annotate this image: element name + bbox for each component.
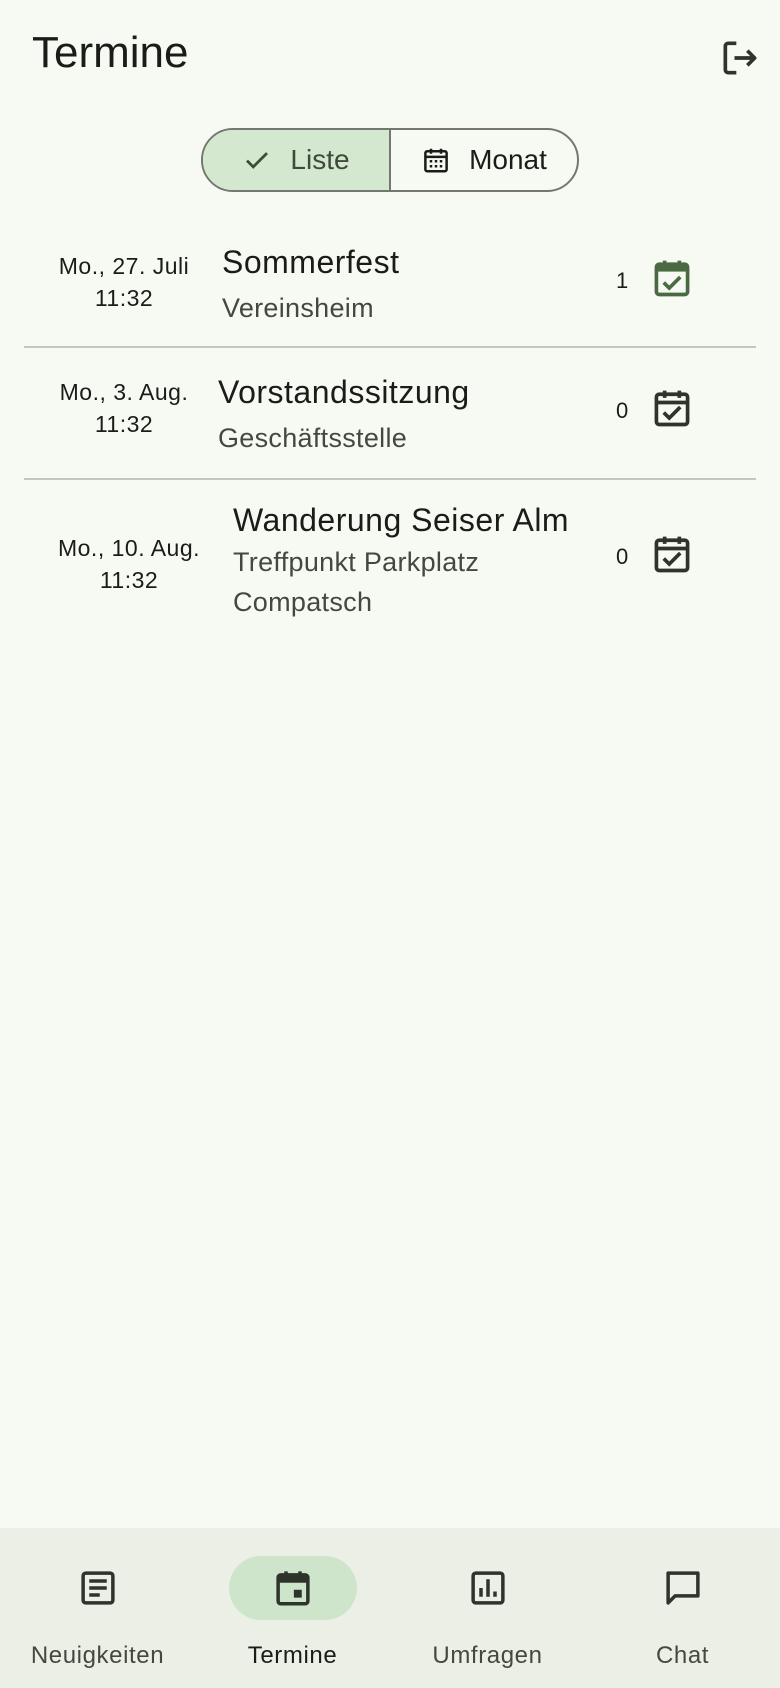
- nav-indicator: [424, 1556, 552, 1620]
- calendar-month-icon: [424, 148, 448, 173]
- nav-item-umfragen[interactable]: Umfragen: [390, 1528, 585, 1688]
- view-toggle-liste[interactable]: Liste: [203, 130, 389, 190]
- nav-indicator: [228, 1556, 357, 1620]
- event-title: Wanderung Seiser Alm: [233, 502, 570, 538]
- event-row[interactable]: Mo., 10. Aug. 11:32 Wanderung Seiser Alm…: [24, 480, 756, 642]
- app-bar: Termine: [0, 0, 780, 110]
- event-attend-button[interactable]: [644, 380, 700, 436]
- view-toggle-liste-label: Liste: [290, 144, 350, 175]
- view-toggle-monat-label: Monat: [469, 144, 547, 175]
- event-attend-button[interactable]: [644, 250, 700, 306]
- nav-item-neuigkeiten[interactable]: Neuigkeiten: [0, 1528, 195, 1688]
- logout-button[interactable]: [712, 30, 768, 86]
- event-location-line: Geschäftsstelle: [218, 423, 408, 453]
- event-row[interactable]: Mo., 3. Aug. 11:32 Vorstandssitzung Gesc…: [24, 348, 756, 478]
- nav-item-termine[interactable]: Termine: [195, 1528, 390, 1688]
- event-location: Vereinsheim: [222, 288, 374, 328]
- event-participant-count: 0: [616, 398, 629, 423]
- article-icon: [80, 1571, 115, 1605]
- event-location-line: Treffpunkt Parkplatz: [233, 547, 480, 577]
- poll-icon: [470, 1571, 505, 1605]
- nav-label: Chat: [655, 1642, 710, 1669]
- event-location-line: Compatsch: [233, 587, 373, 617]
- event-title: Sommerfest: [222, 244, 400, 280]
- event-date-label: Mo., 10. Aug.: [57, 535, 201, 561]
- event-icon: [275, 1571, 310, 1606]
- logout-icon: [723, 41, 757, 75]
- event-title: Vorstandssitzung: [218, 374, 470, 410]
- event-location: Treffpunkt Parkplatz Compatsch: [233, 542, 479, 622]
- event-attend-button[interactable]: [644, 526, 700, 582]
- bottom-navigation: Neuigkeiten Termine Umfragen Chat: [0, 1528, 780, 1688]
- nav-label: Umfragen: [432, 1642, 543, 1669]
- event-list: Mo., 27. Juli 11:32 Sommerfest Vereinshe…: [24, 222, 756, 642]
- event-location-line: Vereinsheim: [222, 293, 374, 323]
- view-toggle: Liste Monat: [201, 128, 579, 192]
- event-time-label: 11:32: [99, 567, 159, 593]
- event-available-icon: [654, 536, 690, 573]
- event-date: Mo., 10. Aug. 11:32: [54, 532, 204, 596]
- nav-label: Neuigkeiten: [30, 1642, 165, 1669]
- event-date-label: Mo., 27. Juli: [58, 253, 190, 279]
- chat-bubble-icon: [665, 1571, 700, 1605]
- check-icon: [246, 152, 269, 169]
- event-date: Mo., 27. Juli 11:32: [54, 250, 194, 314]
- event-location: Geschäftsstelle: [218, 418, 407, 458]
- event-row[interactable]: Mo., 27. Juli 11:32 Sommerfest Vereinshe…: [24, 222, 756, 346]
- nav-indicator: [34, 1556, 162, 1620]
- event-available-icon: [654, 390, 690, 427]
- nav-indicator: [619, 1556, 747, 1620]
- event-time-label: 11:32: [94, 411, 154, 437]
- event-participant-count: 0: [616, 544, 629, 569]
- event-available-icon: [654, 260, 690, 297]
- page-title: Termine: [32, 28, 189, 77]
- event-participant-count: 1: [616, 268, 629, 293]
- event-date: Mo., 3. Aug. 11:32: [54, 376, 194, 440]
- nav-item-chat[interactable]: Chat: [585, 1528, 780, 1688]
- event-time-label: 11:32: [94, 285, 154, 311]
- event-date-label: Mo., 3. Aug.: [59, 379, 189, 405]
- nav-label: Termine: [247, 1642, 338, 1669]
- view-toggle-monat[interactable]: Monat: [389, 130, 577, 190]
